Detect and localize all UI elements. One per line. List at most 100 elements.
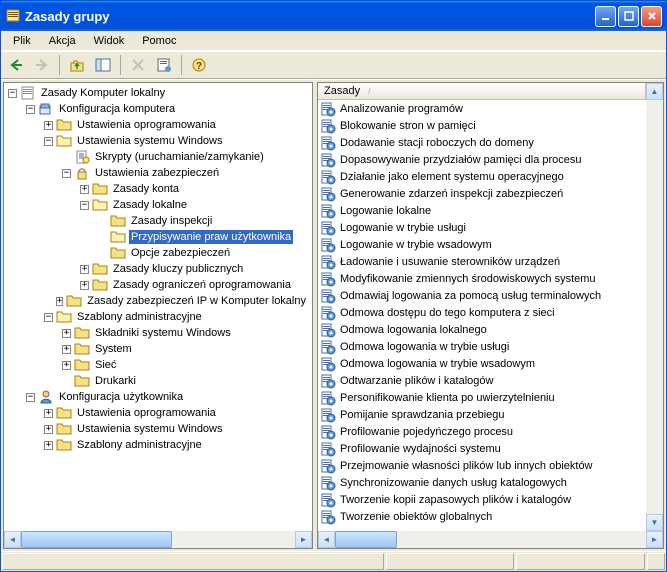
tree-node-software-restrict[interactable]: +Zasady ograniczeń oprogramowania bbox=[4, 277, 312, 293]
collapse-icon[interactable]: − bbox=[80, 201, 89, 210]
tree-node-audit-policy[interactable]: Zasady inspekcji bbox=[4, 213, 312, 229]
list-item[interactable]: Odmowa logowania lokalnego bbox=[318, 321, 646, 338]
show-hide-tree-button[interactable] bbox=[92, 54, 114, 76]
tree-node-windows-components[interactable]: +Składniki systemu Windows bbox=[4, 325, 312, 341]
list-item[interactable]: Odmowa dostępu do tego komputera z sieci bbox=[318, 304, 646, 321]
menu-view[interactable]: Widok bbox=[86, 33, 133, 49]
list-item[interactable]: Dodawanie stacji roboczych do domeny bbox=[318, 134, 646, 151]
tree-node-local-policies[interactable]: −Zasady lokalne bbox=[4, 197, 312, 213]
close-button[interactable] bbox=[641, 6, 662, 27]
scroll-left-button[interactable]: ◄ bbox=[4, 531, 21, 548]
tree-node-u-windows-settings[interactable]: +Ustawienia systemu Windows bbox=[4, 421, 312, 437]
list-item[interactable]: Ładowanie i usuwanie sterowników urządze… bbox=[318, 253, 646, 270]
tree-node-scripts[interactable]: Skrypty (uruchamianie/zamykanie) bbox=[4, 149, 312, 165]
list-item[interactable]: Pomijanie sprawdzania przebiegu bbox=[318, 406, 646, 423]
expand-icon[interactable]: + bbox=[44, 441, 53, 450]
tree-node-public-key[interactable]: +Zasady kluczy publicznych bbox=[4, 261, 312, 277]
tree-node-printers[interactable]: Drukarki bbox=[4, 373, 312, 389]
scroll-down-button[interactable]: ▼ bbox=[646, 514, 663, 531]
list-vscrollbar[interactable]: ▲ ▼ bbox=[646, 83, 663, 531]
list-view[interactable]: Analizowanie programówBlokowanie stron w… bbox=[318, 100, 646, 531]
expand-icon[interactable]: + bbox=[80, 265, 89, 274]
tree-node-security-options[interactable]: Opcje zabezpieczeń bbox=[4, 245, 312, 261]
collapse-icon[interactable]: − bbox=[26, 105, 35, 114]
expand-icon[interactable]: + bbox=[44, 425, 53, 434]
expand-icon[interactable]: + bbox=[62, 361, 71, 370]
list-item[interactable]: Logowanie w trybie wsadowym bbox=[318, 236, 646, 253]
tree-label: Ustawienia zabezpieczeń bbox=[93, 166, 221, 180]
collapse-icon[interactable]: − bbox=[8, 89, 17, 98]
help-button[interactable]: ? bbox=[188, 54, 210, 76]
expand-icon[interactable]: + bbox=[62, 329, 71, 338]
tree-node-root[interactable]: −Zasady Komputer lokalny bbox=[4, 85, 312, 101]
list-item[interactable]: Analizowanie programów bbox=[318, 100, 646, 117]
list-item[interactable]: Generowanie zdarzeń inspekcji zabezpiecz… bbox=[318, 185, 646, 202]
forward-button[interactable] bbox=[31, 54, 53, 76]
scroll-right-button[interactable]: ► bbox=[646, 531, 663, 548]
scroll-left-button[interactable]: ◄ bbox=[318, 531, 335, 548]
list-item[interactable]: Modyfikowanie zmiennych środowiskowych s… bbox=[318, 270, 646, 287]
tree-node-user-config[interactable]: −Konfiguracja użytkownika bbox=[4, 389, 312, 405]
expand-icon[interactable]: + bbox=[80, 281, 89, 290]
list-item[interactable]: Logowanie w trybie usługi bbox=[318, 219, 646, 236]
collapse-icon[interactable]: − bbox=[62, 169, 71, 178]
list-item[interactable]: Tworzenie obiektów globalnych bbox=[318, 508, 646, 525]
list-item[interactable]: Personifikowanie klienta po uwierzytelni… bbox=[318, 389, 646, 406]
minimize-button[interactable] bbox=[595, 6, 616, 27]
tree-node-system[interactable]: +System bbox=[4, 341, 312, 357]
list-item[interactable]: Odmawiaj logowania za pomocą usług termi… bbox=[318, 287, 646, 304]
tree-node-user-rights[interactable]: Przypisywanie praw użytkownika bbox=[4, 229, 312, 245]
tree-node-account-policies[interactable]: +Zasady konta bbox=[4, 181, 312, 197]
tree-node-u-admin-templates[interactable]: + Szablony administracyjne bbox=[4, 437, 312, 453]
list-item[interactable]: Tworzenie kopii zapasowych plików i kata… bbox=[318, 491, 646, 508]
list-item[interactable]: Odmowa logowania w trybie wsadowym bbox=[318, 355, 646, 372]
list-item[interactable]: Dopasowywanie przydziałów pamięci dla pr… bbox=[318, 151, 646, 168]
expand-icon[interactable]: + bbox=[56, 297, 63, 306]
list-item[interactable]: Odtwarzanie plików i katalogów bbox=[318, 372, 646, 389]
scroll-up-button[interactable]: ▲ bbox=[646, 83, 663, 100]
scroll-right-button[interactable]: ► bbox=[295, 531, 312, 548]
tree-node-software-settings[interactable]: +Ustawienia oprogramowania bbox=[4, 117, 312, 133]
menu-action[interactable]: Akcja bbox=[41, 33, 84, 49]
expand-icon[interactable]: + bbox=[44, 409, 53, 418]
tree-hscrollbar[interactable]: ◄ ► bbox=[4, 531, 312, 548]
list-item[interactable]: Działanie jako element systemu operacyjn… bbox=[318, 168, 646, 185]
up-button[interactable] bbox=[66, 54, 88, 76]
tree-node-security-settings[interactable]: − Ustawienia zabezpieczeń bbox=[4, 165, 312, 181]
list-item[interactable]: Blokowanie stron w pamięci bbox=[318, 117, 646, 134]
properties-button[interactable] bbox=[153, 54, 175, 76]
tree-node-u-software-settings[interactable]: + Ustawienia oprogramowania bbox=[4, 405, 312, 421]
titlebar[interactable]: Zasady grupy bbox=[1, 1, 666, 31]
collapse-icon[interactable]: − bbox=[44, 137, 53, 146]
tree-label: Opcje zabezpieczeń bbox=[129, 246, 232, 260]
tree-label: Szablony administracyjne bbox=[75, 438, 204, 452]
list-hscrollbar[interactable]: ◄ ► bbox=[318, 531, 663, 548]
list-item[interactable]: Profilowanie wydajności systemu bbox=[318, 440, 646, 457]
list-item[interactable]: Odmowa logowania w trybie usługi bbox=[318, 338, 646, 355]
column-header-policy[interactable]: Zasady bbox=[324, 85, 360, 97]
list-header[interactable]: Zasady / bbox=[318, 83, 646, 100]
list-item[interactable]: Przejmowanie własności plików lub innych… bbox=[318, 457, 646, 474]
menu-file[interactable]: Plik bbox=[5, 33, 39, 49]
statusbar bbox=[1, 551, 666, 571]
tree-node-ipsec[interactable]: +Zasady zabezpieczeń IP w Komputer lokal… bbox=[4, 293, 312, 309]
tree-node-windows-settings[interactable]: −Ustawienia systemu Windows bbox=[4, 133, 312, 149]
list-item[interactable]: Profilowanie pojedyńczego procesu bbox=[318, 423, 646, 440]
expand-icon[interactable]: + bbox=[44, 121, 53, 130]
tree-view[interactable]: −Zasady Komputer lokalny−Konfiguracja ko… bbox=[4, 83, 312, 531]
list-item[interactable]: Logowanie lokalne bbox=[318, 202, 646, 219]
tree-node-network[interactable]: +Sieć bbox=[4, 357, 312, 373]
list-item[interactable]: Synchronizowanie danych usług katalogowy… bbox=[318, 474, 646, 491]
tree-node-computer-config[interactable]: −Konfiguracja komputera bbox=[4, 101, 312, 117]
tree-label: Skrypty (uruchamianie/zamykanie) bbox=[93, 150, 266, 164]
collapse-icon[interactable]: − bbox=[26, 393, 35, 402]
maximize-button[interactable] bbox=[618, 6, 639, 27]
expand-icon[interactable]: + bbox=[62, 345, 71, 354]
collapse-icon[interactable]: − bbox=[44, 313, 53, 322]
back-button[interactable] bbox=[5, 54, 27, 76]
menu-help[interactable]: Pomoc bbox=[134, 33, 184, 49]
delete-button[interactable] bbox=[127, 54, 149, 76]
tree-node-admin-templates[interactable]: −Szablony administracyjne bbox=[4, 309, 312, 325]
tree-label: Ustawienia oprogramowania bbox=[75, 406, 218, 420]
expand-icon[interactable]: + bbox=[80, 185, 89, 194]
